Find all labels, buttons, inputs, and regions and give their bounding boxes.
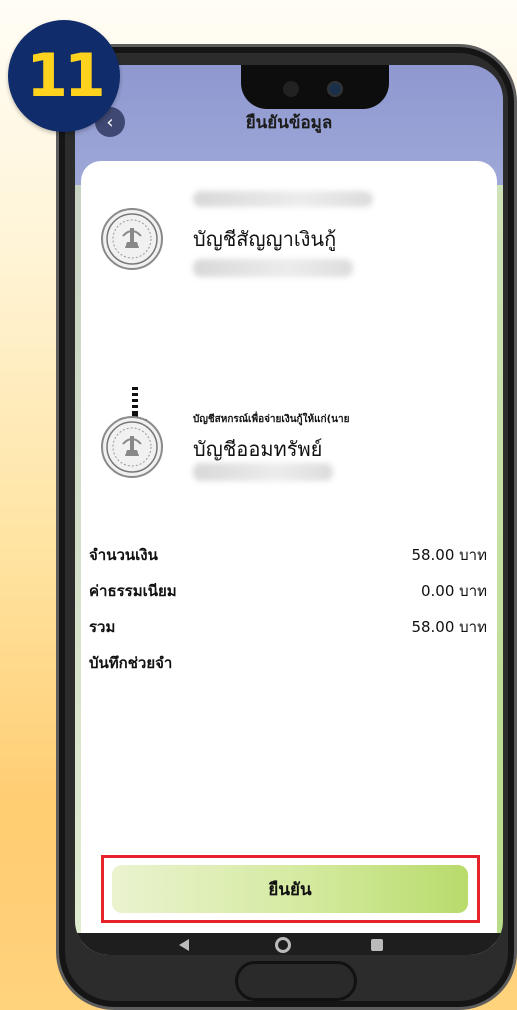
nav-recent-apps-icon[interactable] xyxy=(371,939,383,951)
confirm-button-highlight: ยืนยัน xyxy=(101,855,480,923)
detail-value-amount: 58.00 บาท xyxy=(411,546,487,564)
nav-home-icon[interactable] xyxy=(275,937,291,953)
detail-label-total: รวม xyxy=(89,618,116,636)
destination-account-number-redacted xyxy=(193,463,333,481)
step-number: 11 xyxy=(26,41,105,111)
source-account-owner-redacted xyxy=(193,191,373,207)
camera-notch xyxy=(241,65,389,109)
android-navigation-bar xyxy=(75,933,503,955)
nav-back-icon[interactable] xyxy=(179,939,189,951)
detail-label-amount: จำนวนเงิน xyxy=(89,546,158,564)
phone-frame: ‹ ยืนยันข้อมูล บัญชีสัญญาเงินกู้ บัญชีสห… xyxy=(56,44,517,1010)
destination-account-name: บัญชีออมทรัพย์ xyxy=(193,437,323,461)
step-number-badge: 11 xyxy=(8,20,120,132)
phone-home-button[interactable] xyxy=(235,961,357,1001)
detail-value-total: 58.00 บาท xyxy=(411,618,487,636)
page-title: ยืนยันข้อมูล xyxy=(245,113,333,133)
source-account-name: บัญชีสัญญาเงินกู้ xyxy=(193,227,337,251)
camera-sensor-icon xyxy=(283,81,299,97)
destination-account-note: บัญชีสหกรณ์เพื่อจ่ายเงินกู้ให้แก่(นาย xyxy=(193,414,350,425)
detail-label-memo: บันทึกช่วยจำ xyxy=(89,654,173,672)
source-account-number-redacted xyxy=(193,259,353,277)
detail-value-fee: 0.00 บาท xyxy=(421,582,487,600)
front-camera-icon xyxy=(327,81,343,97)
phone-screen: ‹ ยืนยันข้อมูล บัญชีสัญญาเงินกู้ บัญชีสห… xyxy=(75,65,503,955)
cooperative-logo-icon xyxy=(101,208,163,270)
confirm-button[interactable]: ยืนยัน xyxy=(112,865,468,913)
detail-label-fee: ค่าธรรมเนียม xyxy=(89,582,177,600)
cooperative-logo-icon xyxy=(101,416,163,478)
confirmation-card: บัญชีสัญญาเงินกู้ บัญชีสหกรณ์เพื่อจ่ายเง… xyxy=(81,161,497,955)
